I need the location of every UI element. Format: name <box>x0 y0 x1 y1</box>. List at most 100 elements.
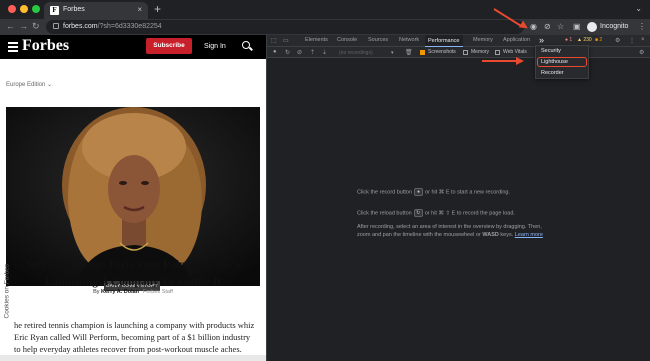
lock-icon[interactable] <box>53 23 59 29</box>
url-path: /?sh=6d3330e82254 <box>97 23 162 30</box>
tab-memory[interactable]: Memory <box>473 37 493 43</box>
issues-count: 2 <box>599 37 603 43</box>
web-vitals-checkbox[interactable] <box>495 50 500 55</box>
web-vitals-label: Web Vitals <box>503 49 527 55</box>
error-count-badge[interactable]: ● 1 <box>565 37 572 43</box>
edition-selector[interactable]: Europe Edition ⌄ <box>6 81 52 88</box>
recordings-select[interactable]: (no recordings) <box>339 50 373 56</box>
reload-instruction: Click the reload button ↻ or hit ⌘ ⇧ E to … <box>357 209 515 217</box>
forbes-logo[interactable]: Forbes <box>22 37 69 55</box>
reload-record-icon[interactable]: ↻ <box>285 49 290 56</box>
maximize-window-button[interactable] <box>32 5 40 13</box>
after-recording-line-1: After recording, select an area of inter… <box>357 224 542 230</box>
record-button-icon[interactable]: ● <box>414 188 424 196</box>
hamburger-menu-icon[interactable] <box>8 42 18 44</box>
devtools-tab-bar: ⬚ ▭ Elements Console Sources Network Per… <box>267 35 650 47</box>
wasd-label: WASD <box>482 232 499 238</box>
article-intro: he retired tennis champion is launching … <box>14 320 255 354</box>
annotation-arrow-2-head <box>516 57 524 65</box>
record-icon[interactable]: ● <box>273 49 277 55</box>
side-panel-icon[interactable]: ▣ <box>573 22 581 31</box>
recordings-dropdown-icon[interactable]: ▾ <box>391 50 394 56</box>
issues-count-badge[interactable]: ■ 2 <box>595 37 602 43</box>
more-tabs-button[interactable]: » <box>539 35 544 45</box>
close-window-button[interactable] <box>8 5 16 13</box>
memory-checkbox[interactable] <box>463 50 468 55</box>
cookies-tab[interactable]: Cookies on Forbes <box>4 261 13 319</box>
minimize-window-button[interactable] <box>20 5 28 13</box>
after-line-2-pre: zoom and pan the timeline with the mouse… <box>357 232 481 238</box>
sign-in-link[interactable]: Sign In <box>204 43 226 50</box>
menu-item-lighthouse[interactable]: Lighthouse <box>541 59 568 65</box>
page-scrollbar[interactable] <box>0 355 266 361</box>
incognito-eye-icon[interactable]: ◉ <box>530 22 537 31</box>
new-tab-button[interactable]: + <box>154 2 161 16</box>
settings-gear-icon[interactable]: ⚙ <box>615 37 620 44</box>
browser-tab[interactable]: F Forbes × <box>44 2 148 19</box>
inspect-element-icon[interactable]: ⬚ <box>271 37 277 44</box>
byline-prefix: By <box>93 289 100 295</box>
upload-icon[interactable]: ⇡ <box>310 49 315 56</box>
garbage-collect-icon[interactable]: 🗑 <box>405 49 413 56</box>
tab-search-chevron-icon[interactable]: ⌄ <box>635 4 642 13</box>
chevron-down-icon: ⌄ <box>47 82 53 88</box>
record-instruction: Click the record button ● or hit ⌘ E to st… <box>357 188 510 196</box>
memory-label: Memory <box>471 49 490 55</box>
tab-elements[interactable]: Elements <box>305 37 328 43</box>
screenshots-checkbox[interactable] <box>420 50 425 55</box>
reload-button-icon[interactable]: ↻ <box>413 209 423 217</box>
close-devtools-icon[interactable]: × <box>641 37 645 43</box>
bookmark-star-icon[interactable]: ☆ <box>557 22 564 31</box>
url-text[interactable]: forbes.com/?sh=6d3330e82254 <box>63 23 162 30</box>
tab-console[interactable]: Console <box>337 37 357 43</box>
screenshots-label: Screenshots <box>428 49 456 55</box>
capture-settings-gear-icon[interactable]: ⚙ <box>639 49 644 56</box>
browser-toolbar: ← → ↻ forbes.com/?sh=6d3330e82254 ◉ ⊘ ☆ … <box>0 19 650 35</box>
camera-icon[interactable]: ⊘ <box>544 22 551 31</box>
article-headline[interactable]: Serena Williams Feels Your Pain, And She… <box>8 257 258 291</box>
forbes-header: Forbes Subscribe Sign In <box>0 35 266 59</box>
clear-icon[interactable]: ⊘ <box>297 49 302 56</box>
forward-button[interactable]: → <box>19 21 28 31</box>
byline: By Kerry A. Dolan Forbes Staff <box>0 289 266 295</box>
warning-count: 230 <box>583 37 592 43</box>
devtools-panel: ⬚ ▭ Elements Console Sources Network Per… <box>266 35 650 361</box>
more-tabs-menu: Security Lighthouse Recorder <box>535 45 589 79</box>
performance-toolbar: ● ↻ ⊘ ⇡ ⇣ (no recordings) ▾ 🗑 Screenshot… <box>267 47 650 58</box>
record-instruction-post: or hit ⌘ E to start a new recording. <box>425 189 511 196</box>
author-link[interactable]: Kerry A. Dolan <box>101 289 139 295</box>
tab-title: Forbes <box>63 6 85 13</box>
warning-count-badge[interactable]: ▲ 230 <box>577 37 592 43</box>
back-button[interactable]: ← <box>6 21 15 31</box>
annotation-arrow-2-line <box>482 60 518 62</box>
record-instruction-pre: Click the record button <box>357 189 413 196</box>
after-line-2-mid: keys. <box>500 232 514 238</box>
incognito-avatar-icon <box>587 22 597 32</box>
browser-tab-strip: F Forbes × + ⌄ <box>0 0 650 19</box>
tab-application[interactable]: Application <box>503 37 530 43</box>
download-icon[interactable]: ⇣ <box>322 49 327 56</box>
menu-item-security[interactable]: Security <box>541 48 561 54</box>
menu-item-recorder[interactable]: Recorder <box>541 70 564 76</box>
learn-more-link[interactable]: Learn more <box>515 232 543 238</box>
reload-instruction-pre: Click the reload button <box>357 210 412 217</box>
tab-performance[interactable]: Performance <box>425 35 463 47</box>
search-icon[interactable] <box>242 41 250 49</box>
edition-label: Europe Edition <box>6 82 46 88</box>
web-page: Forbes Subscribe Sign In Europe Edition … <box>0 35 266 361</box>
url-host: forbes.com <box>63 23 98 30</box>
address-bar[interactable]: forbes.com/?sh=6d3330e82254 <box>46 20 524 34</box>
close-tab-icon[interactable]: × <box>137 5 142 14</box>
tab-sources[interactable]: Sources <box>368 37 388 43</box>
forbes-favicon-icon: F <box>50 6 59 15</box>
reload-instruction-post: or hit ⌘ ⇧ E to record the page load. <box>424 210 515 217</box>
subscribe-button[interactable]: Subscribe <box>146 38 192 54</box>
devtools-more-icon[interactable]: ⋮ <box>629 37 635 44</box>
author-role: Forbes Staff <box>143 289 173 295</box>
device-toolbar-icon[interactable]: ▭ <box>283 37 289 44</box>
reload-button[interactable]: ↻ <box>32 21 40 32</box>
incognito-label: Incognito <box>600 23 629 30</box>
error-count: 1 <box>569 37 573 43</box>
tab-network[interactable]: Network <box>399 37 419 43</box>
browser-menu-icon[interactable]: ⋮ <box>638 22 646 31</box>
